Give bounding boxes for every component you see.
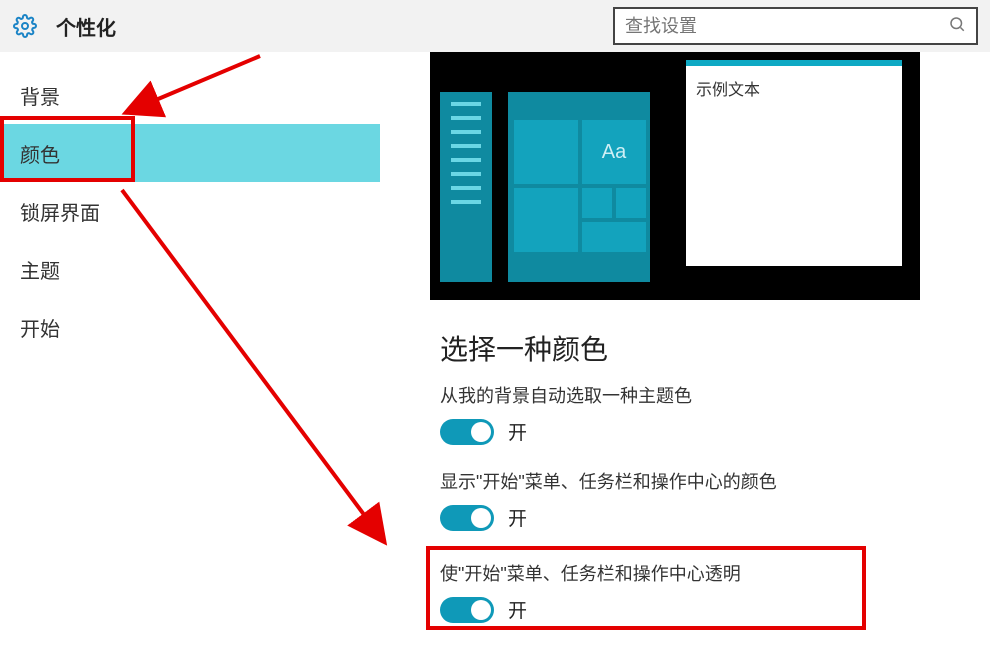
preview-tile xyxy=(582,188,612,218)
section-heading: 选择一种颜色 xyxy=(440,328,608,368)
sidebar-item-label: 背景 xyxy=(20,81,60,110)
header-bar: 个性化 xyxy=(0,0,990,52)
sidebar-item-start[interactable]: 开始 xyxy=(0,298,380,356)
preview-sidebar xyxy=(440,92,492,282)
option-auto-color: 从我的背景自动选取一种主题色 开 xyxy=(440,382,692,445)
toggle-state: 开 xyxy=(508,418,527,445)
toggle-auto-color[interactable] xyxy=(440,419,494,445)
preview-tile xyxy=(514,120,578,184)
option-label: 显示"开始"菜单、任务栏和操作中心的颜色 xyxy=(440,468,777,494)
option-label: 从我的背景自动选取一种主题色 xyxy=(440,382,692,408)
search-icon xyxy=(948,15,966,38)
preview-tile xyxy=(514,188,578,252)
sidebar-item-label: 锁屏界面 xyxy=(20,197,100,226)
color-preview: Aa 示例文本 xyxy=(430,52,920,300)
preview-tile-aa: Aa xyxy=(582,120,646,184)
annotation-highlight-sidebar xyxy=(0,116,135,182)
annotation-highlight-option xyxy=(426,546,866,630)
preview-tile xyxy=(616,188,646,218)
preview-window: 示例文本 xyxy=(686,60,902,266)
sidebar-item-themes[interactable]: 主题 xyxy=(0,240,380,298)
gear-icon xyxy=(12,13,38,39)
preview-sample-text: 示例文本 xyxy=(696,82,760,99)
sidebar-item-lockscreen[interactable]: 锁屏界面 xyxy=(0,182,380,240)
preview-tile xyxy=(582,222,646,252)
preview-tiles: Aa xyxy=(508,92,650,282)
choose-color-heading: 选择一种颜色 xyxy=(440,328,608,368)
sidebar-item-label: 主题 xyxy=(20,255,60,284)
sidebar-item-label: 开始 xyxy=(20,313,60,342)
toggle-show-color[interactable] xyxy=(440,505,494,531)
option-show-color: 显示"开始"菜单、任务栏和操作中心的颜色 开 xyxy=(440,468,777,531)
search-box[interactable] xyxy=(613,7,978,45)
page-title: 个性化 xyxy=(56,12,116,41)
search-input[interactable] xyxy=(625,16,948,37)
toggle-state: 开 xyxy=(508,504,527,531)
